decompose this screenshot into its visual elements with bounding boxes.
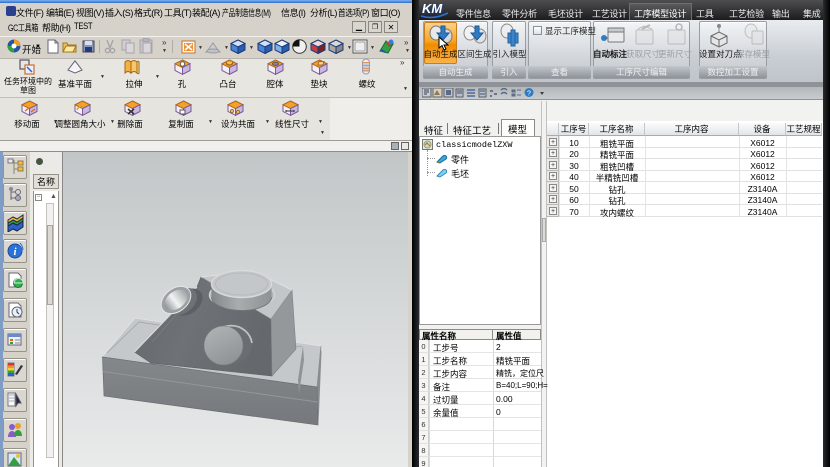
svg-text:?: ?: [527, 91, 531, 98]
